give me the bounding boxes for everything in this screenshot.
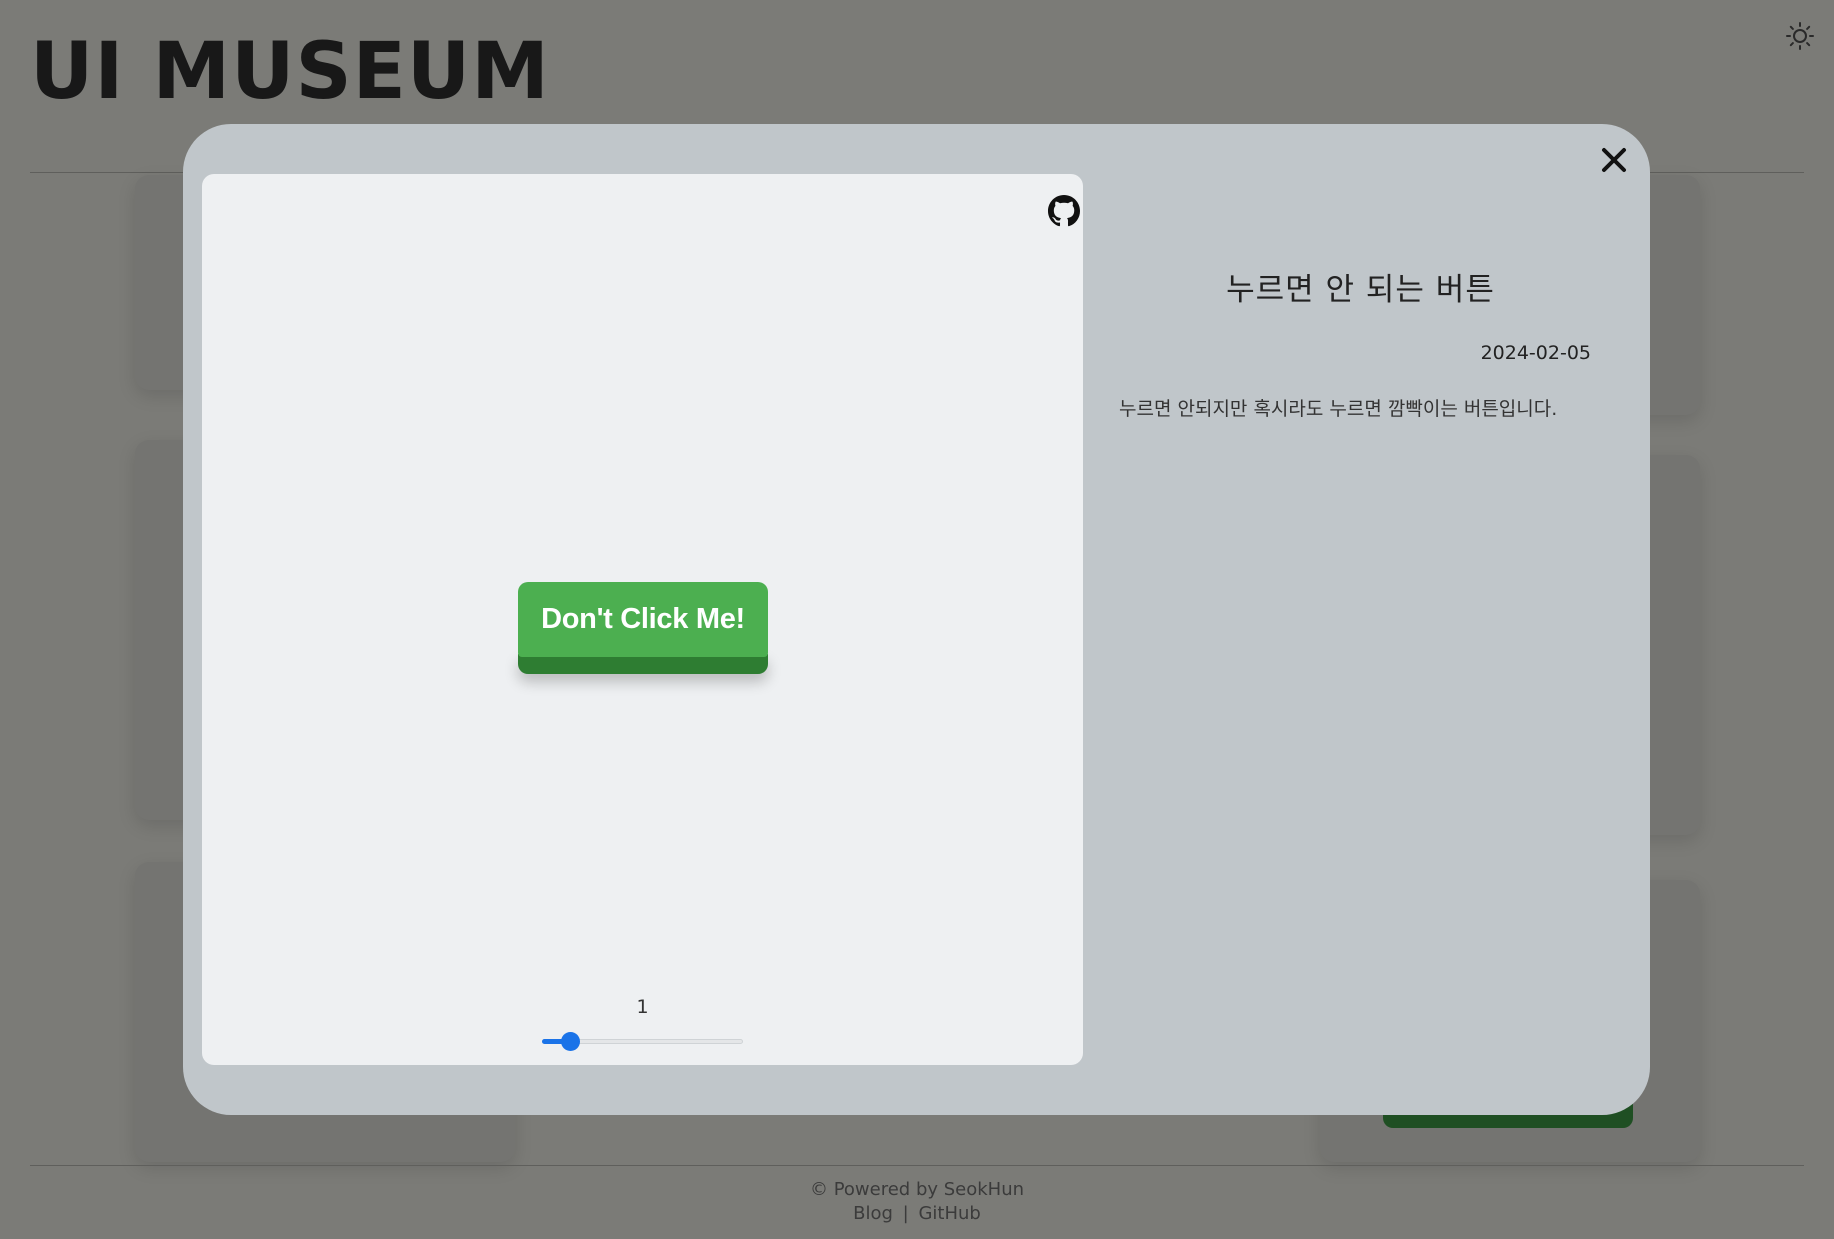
theme-toggle-button[interactable]	[1780, 16, 1820, 56]
footer-divider	[30, 1165, 1804, 1166]
footer-powered-by: © Powered by SeokHun	[809, 1179, 1025, 1200]
close-icon	[1602, 148, 1626, 172]
dont-click-me-button[interactable]: Don't Click Me!	[518, 582, 768, 674]
github-source-link[interactable]	[1048, 195, 1080, 227]
site-title: UI MUSEUM	[30, 27, 550, 117]
component-preview: Don't Click Me! 1	[202, 174, 1083, 1065]
button-3d-base	[518, 654, 768, 674]
github-icon	[1048, 195, 1080, 227]
slider-thumb[interactable]	[561, 1032, 580, 1051]
close-button[interactable]	[1596, 142, 1632, 178]
speed-slider[interactable]	[542, 1029, 743, 1053]
component-description: 누르면 안되지만 혹시라도 누르면 깜빡이는 버튼입니다.	[1119, 398, 1558, 420]
footer-separator: |	[902, 1203, 909, 1224]
footer: © Powered by SeokHun Blog | GitHub	[0, 1178, 1834, 1226]
detail-modal: Don't Click Me! 1 누르면 안 되는 버튼 2024-02-05…	[183, 124, 1650, 1115]
footer-blog-link[interactable]: Blog	[853, 1203, 893, 1224]
component-title: 누르면 안 되는 버튼	[1226, 272, 1495, 308]
footer-github-link[interactable]: GitHub	[918, 1203, 980, 1224]
slider-value: 1	[636, 996, 649, 1018]
button-face-label: Don't Click Me!	[518, 582, 768, 657]
sun-icon	[1786, 22, 1814, 50]
component-date: 2024-02-05	[1480, 342, 1591, 364]
